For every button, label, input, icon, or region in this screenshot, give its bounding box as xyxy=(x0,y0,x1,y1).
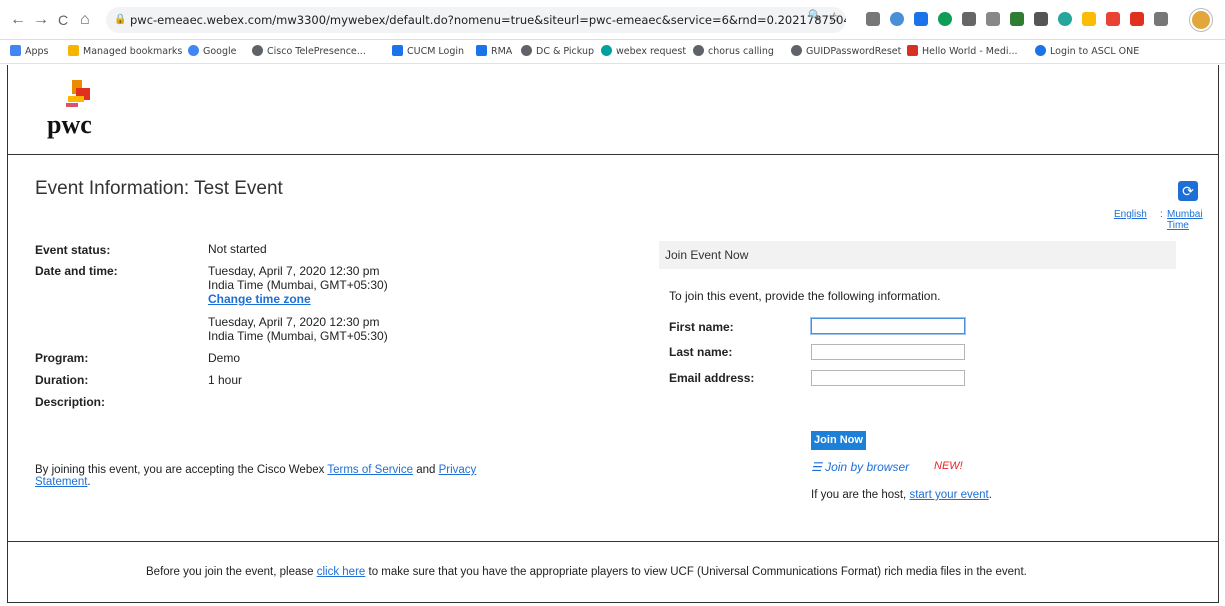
page-title: Event Information: Test Event xyxy=(35,178,283,199)
globe-icon xyxy=(521,45,532,56)
click-here-link[interactable]: click here xyxy=(317,566,366,578)
extension-icon[interactable] xyxy=(1154,12,1168,26)
datetime-line2: India Time (Mumbai, GMT+05:30) xyxy=(208,278,388,292)
extension-icon[interactable] xyxy=(938,12,952,26)
extension-icon[interactable] xyxy=(866,12,880,26)
apps-grid-icon xyxy=(10,45,21,56)
bookmarks-bar: Apps Managed bookmarks Google Cisco Tele… xyxy=(0,40,1225,64)
join-panel-header: Join Event Now xyxy=(659,241,1176,269)
extension-icon[interactable] xyxy=(890,12,904,26)
status-label: Event status: xyxy=(35,243,111,257)
globe-icon xyxy=(791,45,802,56)
duration-value: 1 hour xyxy=(208,373,243,387)
email-input[interactable] xyxy=(811,370,965,386)
bookmark-ascl-one[interactable]: Login to ASCL ONE xyxy=(1035,45,1139,59)
dot-icon xyxy=(1035,45,1046,56)
bookmark-dc-pickup[interactable]: DC & Pickup xyxy=(521,45,594,59)
program-value: Demo xyxy=(208,351,241,365)
status-value: Not started xyxy=(208,242,267,256)
language-separator: : xyxy=(1160,209,1163,220)
bookmark-cucm[interactable]: CUCM Login xyxy=(392,45,464,59)
webex-icon xyxy=(601,45,612,56)
bookmark-guid-password[interactable]: GUIDPasswordReset xyxy=(791,45,901,59)
forward-icon[interactable]: → xyxy=(33,10,49,30)
program-label: Program: xyxy=(35,351,89,365)
start-event-link[interactable]: start your event xyxy=(909,489,988,501)
bookmark-cisco-telepresence[interactable]: Cisco TelePresence... xyxy=(252,45,366,59)
bookmark-webex-request[interactable]: webex request xyxy=(601,45,686,59)
browser-toolbar: ← → C ⌂ 🔒 pwc-emeaec.webex.com/mw3300/my… xyxy=(0,0,1225,40)
drive-icon[interactable] xyxy=(1082,12,1096,26)
extension-icon[interactable] xyxy=(1010,12,1024,26)
extension-icon[interactable] xyxy=(1034,12,1048,26)
extension-icon[interactable] xyxy=(962,12,976,26)
last-name-label: Last name: xyxy=(669,345,733,359)
profile-avatar[interactable] xyxy=(1190,9,1212,31)
datetime-label: Date and time: xyxy=(35,264,118,278)
join-by-browser-link[interactable]: ☰ Join by browser xyxy=(811,460,909,474)
datetime2-line2: India Time (Mumbai, GMT+05:30) xyxy=(208,329,388,343)
home-icon[interactable]: ⌂ xyxy=(80,10,90,30)
new-badge: NEW! xyxy=(934,460,963,472)
zoom-icon[interactable]: 🔍 xyxy=(808,9,822,22)
join-instructions: To join this event, provide the followin… xyxy=(669,289,941,303)
footer-divider xyxy=(8,541,1218,542)
bookmark-apps[interactable]: Apps xyxy=(10,45,49,59)
description-label: Description: xyxy=(35,395,106,409)
media-icon xyxy=(907,45,918,56)
bookmark-rma[interactable]: RMA xyxy=(476,45,512,59)
star-icon[interactable]: ☆ xyxy=(828,9,841,26)
last-name-input[interactable] xyxy=(811,344,965,360)
back-icon[interactable]: ← xyxy=(10,10,26,30)
pwc-logo-icon xyxy=(66,80,90,113)
extension-icon[interactable] xyxy=(1058,12,1072,26)
email-label: Email address: xyxy=(669,371,755,385)
change-timezone-link[interactable]: Change time zone xyxy=(208,293,311,305)
header-divider xyxy=(8,154,1218,155)
language-link[interactable]: English xyxy=(1114,209,1147,220)
first-name-input[interactable] xyxy=(811,318,965,334)
reload-icon[interactable]: C xyxy=(58,10,68,30)
first-name-label: First name: xyxy=(669,320,734,334)
page-frame xyxy=(7,65,1219,603)
bookmark-managed[interactable]: Managed bookmarks xyxy=(68,45,182,59)
globe-icon xyxy=(693,45,704,56)
join-now-button[interactable]: Join Now xyxy=(811,431,866,450)
address-bar[interactable]: 🔒 pwc-emeaec.webex.com/mw3300/mywebex/de… xyxy=(106,7,846,33)
gmail-icon[interactable] xyxy=(1106,12,1120,26)
refresh-icon[interactable]: ⟳ xyxy=(1178,181,1198,201)
terms-notice: By joining this event, you are accepting… xyxy=(35,464,477,488)
pwc-logo-text: pwc xyxy=(47,110,92,139)
google-icon xyxy=(188,45,199,56)
bookmark-google[interactable]: Google xyxy=(188,45,237,59)
host-line: If you are the host, start your event. xyxy=(811,489,992,501)
browser-join-icon: ☰ xyxy=(811,460,826,474)
extension-icon[interactable] xyxy=(914,12,928,26)
timezone-link[interactable]: Mumbai Time xyxy=(1167,209,1225,231)
extension-icon[interactable] xyxy=(986,12,1000,26)
cisco-icon xyxy=(392,45,403,56)
datetime2-line1: Tuesday, April 7, 2020 12:30 pm xyxy=(208,315,380,329)
datetime-line1: Tuesday, April 7, 2020 12:30 pm xyxy=(208,264,380,278)
lock-icon: 🔒 xyxy=(114,14,127,25)
bookmark-hello-world[interactable]: Hello World - Medi... xyxy=(907,45,1018,59)
cisco-icon xyxy=(476,45,487,56)
globe-icon xyxy=(252,45,263,56)
footer-note: Before you join the event, please click … xyxy=(146,566,1027,578)
duration-label: Duration: xyxy=(35,373,89,387)
bookmark-chorus-calling[interactable]: chorus calling xyxy=(693,45,774,59)
folder-icon xyxy=(68,45,79,56)
terms-of-service-link[interactable]: Terms of Service xyxy=(327,464,413,476)
extension-icon[interactable] xyxy=(1130,12,1144,26)
url-text: pwc-emeaec.webex.com/mw3300/mywebex/defa… xyxy=(130,13,846,27)
